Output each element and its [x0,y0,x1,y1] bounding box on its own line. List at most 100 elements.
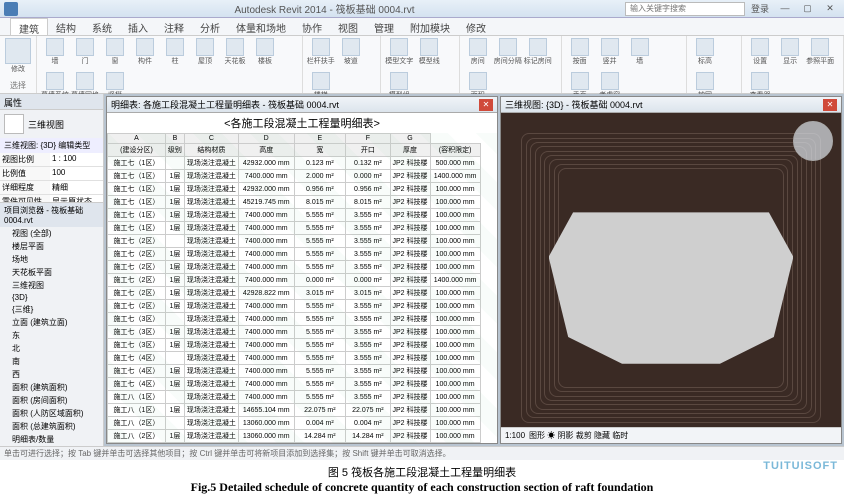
cell[interactable]: 7400.000 mm [238,378,294,391]
cell[interactable]: JP2 科技楼 [390,235,430,248]
cell[interactable]: 1层 [165,248,184,261]
ribbon-button[interactable]: 柱 [163,38,187,66]
cell[interactable]: 5.555 m² [294,248,346,261]
cell[interactable]: 7400.000 mm [238,300,294,313]
cell[interactable]: 22.075 m² [294,404,346,417]
browser-item[interactable]: 西 [0,368,103,381]
cell[interactable]: 8.015 m² [294,196,346,209]
ribbon-button[interactable]: 墙 [43,38,67,66]
table-row[interactable]: 施工七（2区）1层现场浇注混凝土7400.000 mm0.000 m²0.000… [108,274,498,287]
table-row[interactable]: 施工八（2区）1层现场浇注混凝土13060.000 mm14.284 m²14.… [108,430,498,443]
table-row[interactable]: 施工七（1区）1层现场浇注混凝土42932.000 mm0.956 m²0.95… [108,183,498,196]
cell[interactable]: 施工七（2区） [108,274,166,287]
cell[interactable] [165,235,184,248]
cell[interactable]: JP2 科技楼 [390,209,430,222]
ribbon-tab[interactable]: 修改 [458,18,494,35]
browser-item[interactable]: 场地 [0,253,103,266]
browser-item[interactable]: {三维} [0,303,103,316]
cell[interactable]: 100.000 mm [430,183,480,196]
view-control-icon[interactable]: 图形 [529,431,547,440]
cell[interactable]: 施工八（2区） [108,430,166,443]
ribbon-button[interactable]: 房间分隔 [496,38,520,66]
table-row[interactable]: 施工七（1区）1层现场浇注混凝土7400.000 mm5.555 m²3.555… [108,209,498,222]
table-row[interactable]: 施工八（1区）现场浇注混凝土7400.000 mm5.555 m²3.555 m… [108,391,498,404]
cell[interactable]: 0.000 m² [294,274,346,287]
help-search-input[interactable] [625,2,745,16]
cell[interactable]: 现场浇注混凝土 [184,157,238,170]
cell[interactable]: 现场浇注混凝土 [184,326,238,339]
cell[interactable]: 现场浇注混凝土 [184,378,238,391]
ribbon-tab[interactable]: 插入 [120,18,156,35]
browser-item[interactable]: 南 [0,355,103,368]
ribbon-button[interactable]: 按面 [568,38,592,66]
cell[interactable]: 现场浇注混凝土 [184,391,238,404]
cell[interactable]: 施工七（1区） [108,170,166,183]
cell[interactable]: 5.555 m² [294,391,346,404]
cell[interactable]: 1层 [165,404,184,417]
view-control-icon[interactable]: ☀ [547,431,557,440]
cell[interactable]: 3.555 m² [346,391,390,404]
table-row[interactable]: 施工七（2区）现场浇注混凝土7400.000 mm5.555 m²3.555 m… [108,235,498,248]
cell[interactable]: JP2 科技楼 [390,261,430,274]
ribbon-button[interactable]: 构件 [133,38,157,66]
cell[interactable]: 现场浇注混凝土 [184,235,238,248]
cell[interactable]: 22.075 m² [346,404,390,417]
cell[interactable]: 施工七（1区） [108,183,166,196]
table-row[interactable]: 施工七（2区）1层现场浇注混凝土42928.822 mm3.015 m²3.01… [108,287,498,300]
cell[interactable]: 混凝土 - C35 [184,443,238,444]
browser-item[interactable]: 楼层平面 [0,240,103,253]
cell[interactable]: 0.132 m² [346,157,390,170]
cell[interactable]: JP2 科技楼 [390,248,430,261]
cell[interactable]: 现场浇注混凝土 [184,352,238,365]
cell[interactable]: 0.956 m² [346,183,390,196]
cell[interactable]: 5.555 m² [294,313,346,326]
cell[interactable]: 13060.000 mm [238,417,294,430]
cell[interactable]: JP2 科技楼 [390,339,430,352]
cell[interactable]: 现场浇注混凝土 [184,261,238,274]
table-row[interactable]: 施工七（4区）1层现场浇注混凝土7400.000 mm5.555 m²3.555… [108,365,498,378]
view-scale[interactable]: 1:100 [505,431,525,440]
browser-item[interactable]: 面积 (总建筑面积) [0,420,103,433]
cell[interactable]: 1层 [165,339,184,352]
cell[interactable] [165,391,184,404]
cell[interactable]: 施工七（2区） [108,300,166,313]
cell[interactable]: JP2 科技楼 [390,222,430,235]
cell[interactable]: 7400.000 mm [238,235,294,248]
browser-item[interactable]: 明细表/数量 [0,433,103,446]
ribbon-button[interactable]: 楼板 [253,38,277,66]
cell[interactable]: 现场浇注混凝土 [184,183,238,196]
cell[interactable]: 3.555 m² [346,326,390,339]
cell[interactable]: 现场浇注混凝土 [184,300,238,313]
cell[interactable]: 7400.000 mm [238,313,294,326]
cell[interactable]: 100.000 mm [430,287,480,300]
cell[interactable]: JP2 科技楼 [390,313,430,326]
cell[interactable]: 施工七（2区） [108,248,166,261]
browser-item[interactable]: 面积 (人防区域面积) [0,407,103,420]
ribbon-button[interactable]: 房间 [466,38,490,66]
cell[interactable]: 1400.000 mm [430,170,480,183]
cell[interactable]: 5.555 m² [294,326,346,339]
ribbon-button[interactable]: 门 [73,38,97,66]
ribbon-button[interactable]: 墙 [628,38,652,66]
cell[interactable]: 42932.000 mm [238,183,294,196]
cell[interactable]: 2.000 m² [294,170,346,183]
cell[interactable]: JP2 科技楼 [390,326,430,339]
cell[interactable] [165,417,184,430]
view-control-icon[interactable]: 隐藏 [594,431,612,440]
cell[interactable]: 100.000 mm [430,404,480,417]
viewport-3d[interactable]: 1:100 图形 ☀ 阴影 裁剪 隐藏 临时 [501,113,841,443]
ribbon-tab[interactable]: 视图 [330,18,366,35]
browser-item[interactable]: 三维视图 [0,279,103,292]
cell[interactable]: 100.000 mm [430,391,480,404]
cell[interactable]: 965953.778 mm [238,443,294,444]
ribbon-button[interactable]: 设置 [748,38,772,66]
schedule-table-wrapper[interactable]: ABCDEFG(建设分区)级别结构材质高度宽开口厚度(容积限定) 施工七（1区）… [107,133,497,443]
browser-item[interactable]: 北 [0,342,103,355]
cell[interactable]: 100.000 mm [430,209,480,222]
col-header[interactable]: 高度 [238,144,294,157]
cell[interactable]: 100.000 mm [430,365,480,378]
cell[interactable]: 3.555 m² [346,235,390,248]
cell[interactable]: 施工七（1区） [108,222,166,235]
ribbon-tab[interactable]: 建筑 [10,18,48,35]
cell[interactable]: 3.555 m² [346,378,390,391]
